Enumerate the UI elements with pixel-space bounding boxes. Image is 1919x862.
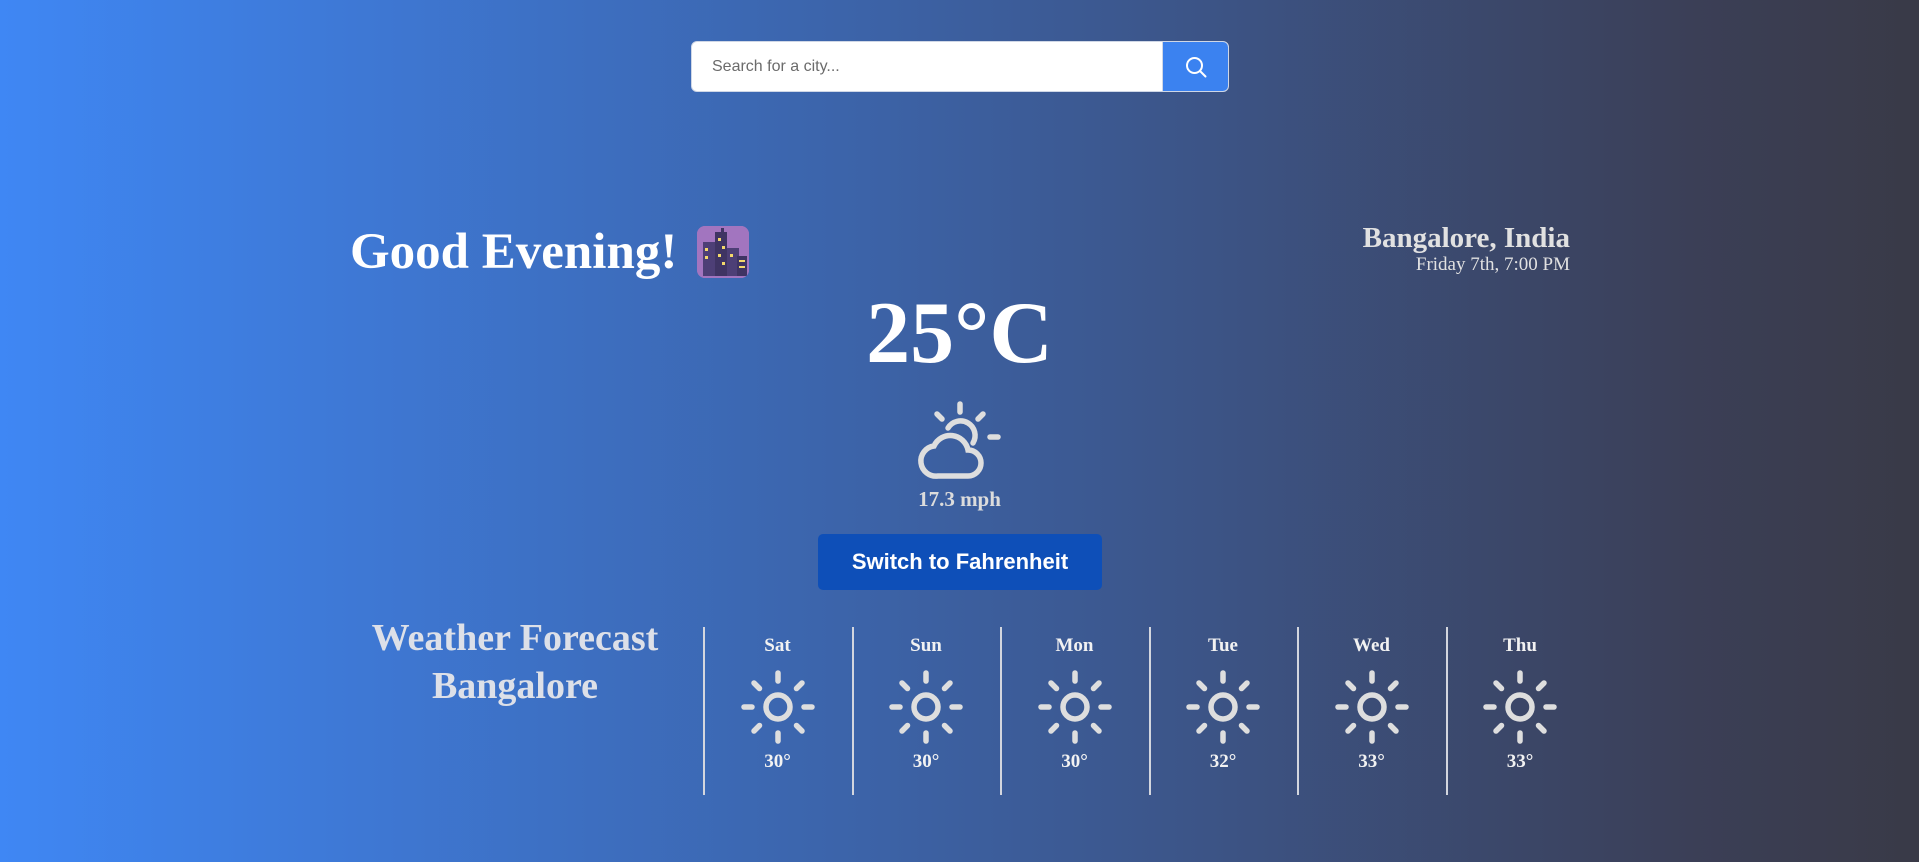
night-city-emoji <box>697 226 750 278</box>
forecast-day-name: Sun <box>910 635 942 656</box>
search-input[interactable] <box>692 42 1162 91</box>
search-bar <box>691 41 1229 92</box>
forecast-day-temp: 30° <box>912 751 940 772</box>
forecast-day-name: Wed <box>1353 635 1390 656</box>
sun-icon <box>1332 667 1412 747</box>
search-icon <box>1185 56 1206 77</box>
location-block: Bangalore, India Friday 7th, 7:00 PM <box>1363 222 1570 276</box>
forecast-day-name: Tue <box>1208 635 1238 656</box>
forecast-day-name: Mon <box>1055 635 1094 656</box>
forecast-day-name: Sat <box>764 635 791 656</box>
forecast-day: Tue 32° <box>1148 627 1296 795</box>
sun-icon <box>1183 667 1263 747</box>
forecast-day: Sun 30° <box>851 627 999 795</box>
partly-cloudy-icon <box>918 401 1001 479</box>
greeting-heading: Good Evening! <box>350 222 750 282</box>
forecast-day: Sat 30° <box>703 627 850 795</box>
forecast-day-temp: 30° <box>764 751 791 772</box>
forecast-day-temp: 33° <box>1506 751 1534 772</box>
forecast-day: Mon 30° <box>1000 627 1147 795</box>
forecast-day-temp: 30° <box>1061 751 1088 772</box>
sun-icon <box>1035 667 1115 747</box>
greeting-text: Good Evening! <box>350 224 678 280</box>
forecast-day-name: Thu <box>1503 635 1537 656</box>
sun-icon <box>738 667 818 747</box>
switch-unit-button[interactable]: Switch to Fahrenheit <box>818 534 1102 590</box>
forecast-day: Thu 33° <box>1445 627 1593 795</box>
forecast-day: Wed 33° <box>1297 627 1444 795</box>
location-datetime: Friday 7th, 7:00 PM <box>1415 254 1570 275</box>
forecast-list: Sat 30° Sun 30° Mon 30° Tue 32° Wed 33° … <box>703 627 1593 795</box>
current-temperature: 25°C <box>866 285 1053 382</box>
sun-icon <box>1480 667 1560 747</box>
forecast-day-temp: 33° <box>1358 751 1385 772</box>
search-button[interactable] <box>1162 42 1228 91</box>
forecast-title-city: Bangalore <box>431 665 599 707</box>
forecast-title: Weather Forecast Bangalore <box>340 614 690 710</box>
forecast-title-line1: Weather Forecast <box>371 617 659 659</box>
sun-icon <box>886 667 966 747</box>
wind-speed: 17.3 mph <box>918 487 1001 511</box>
forecast-day-temp: 32° <box>1209 751 1237 772</box>
location-city: Bangalore, India <box>1362 222 1570 254</box>
